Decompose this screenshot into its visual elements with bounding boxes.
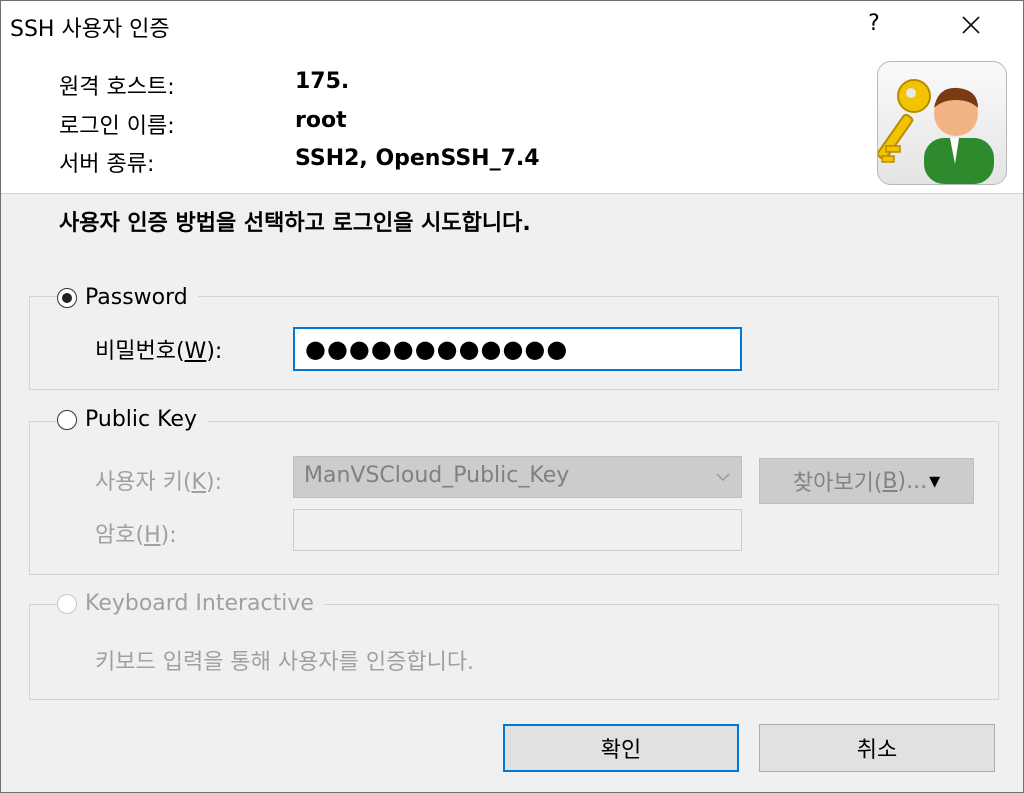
connection-info-panel: 원격 호스트: 175. 로그인 이름: root 서버 종류: SSH2, O… xyxy=(1,53,1023,194)
user-key-selected-value: ManVSCloud_Public_Key xyxy=(304,463,570,488)
chevron-down-icon xyxy=(716,473,730,482)
password-radio[interactable]: Password xyxy=(57,285,198,310)
instruction-text: 사용자 인증 방법을 선택하고 로그인을 시도합니다. xyxy=(59,211,531,236)
server-type-label: 서버 종류: xyxy=(59,152,155,177)
password-field-label: 비밀번호(W): xyxy=(95,339,223,364)
help-button[interactable]: ? xyxy=(859,11,889,36)
user-key-select[interactable]: ManVSCloud_Public_Key xyxy=(293,456,742,498)
password-radio-label: Password xyxy=(85,285,188,310)
ssh-auth-dialog: SSH 사용자 인증 ? 원격 호스트: 175. 로그인 이름: root 서… xyxy=(0,0,1024,793)
passphrase-label: 암호(H): xyxy=(95,523,177,548)
keyboard-interactive-radio-label: Keyboard Interactive xyxy=(85,591,314,616)
password-input[interactable]: ●●●●●●●●●●●● xyxy=(293,327,742,371)
browse-button[interactable]: 찾아보기(B)... ▾ xyxy=(759,458,974,504)
passphrase-input[interactable] xyxy=(293,509,742,551)
login-name-label: 로그인 이름: xyxy=(59,114,175,139)
window-title: SSH 사용자 인증 xyxy=(10,17,170,42)
key-user-icon xyxy=(878,79,994,184)
public-key-radio-indicator[interactable] xyxy=(57,409,77,430)
public-key-radio[interactable]: Public Key xyxy=(57,407,207,432)
close-icon xyxy=(962,16,980,34)
keyboard-interactive-description: 키보드 입력을 통해 사용자를 인증합니다. xyxy=(95,650,475,675)
app-logo xyxy=(877,61,1007,185)
server-type-value: SSH2, OpenSSH_7.4 xyxy=(295,146,540,171)
host-value: 175. xyxy=(295,69,350,94)
cancel-button[interactable]: 취소 xyxy=(759,724,995,772)
user-key-label: 사용자 키(K): xyxy=(95,470,222,495)
dropdown-arrow-icon: ▾ xyxy=(929,468,941,494)
host-label: 원격 호스트: xyxy=(59,75,175,100)
password-masked-value: ●●●●●●●●●●●● xyxy=(305,335,569,363)
login-name-value: root xyxy=(295,108,347,133)
close-button[interactable] xyxy=(953,7,989,43)
keyboard-interactive-radio[interactable]: Keyboard Interactive xyxy=(57,591,324,616)
ok-button[interactable]: 확인 xyxy=(503,724,739,772)
public-key-radio-label: Public Key xyxy=(85,407,197,432)
password-radio-indicator[interactable] xyxy=(57,287,77,308)
title-bar: SSH 사용자 인증 ? xyxy=(1,1,1023,53)
keyboard-interactive-radio-indicator[interactable] xyxy=(57,593,77,614)
